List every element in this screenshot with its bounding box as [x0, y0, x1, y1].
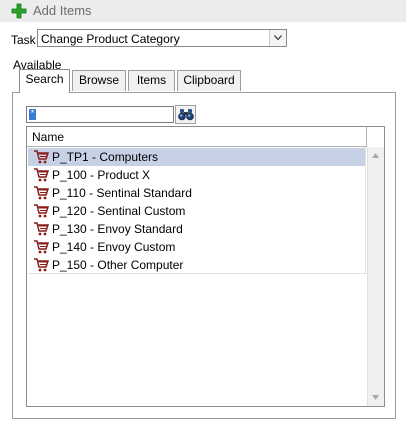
results-list[interactable]: Name P_TP1 - Computers P_100 - Product X… [26, 126, 385, 407]
list-item[interactable]: P_110 - Sentinal Standard [28, 184, 365, 202]
shopping-cart-icon [34, 186, 49, 200]
task-select[interactable]: Change Product Category [37, 29, 287, 47]
tab-browse[interactable]: Browse [72, 70, 126, 91]
search-input[interactable]: * [26, 106, 174, 123]
tab-search[interactable]: Search [19, 69, 70, 93]
search-button[interactable] [175, 105, 196, 124]
task-label: Task [11, 33, 36, 47]
shopping-cart-icon [34, 150, 49, 164]
shopping-cart-icon [34, 168, 49, 182]
column-line [365, 147, 366, 274]
plus-icon[interactable] [11, 3, 27, 19]
list-item[interactable]: P_130 - Envoy Standard [28, 220, 365, 238]
column-header-label: Name [32, 130, 65, 144]
list-item[interactable]: P_150 - Other Computer [28, 256, 365, 274]
vertical-scrollbar[interactable] [367, 147, 384, 406]
binoculars-icon [178, 109, 194, 121]
list-item[interactable]: P_140 - Envoy Custom [28, 238, 365, 256]
list-item-label: P_100 - Product X [52, 168, 151, 182]
list-item[interactable]: P_TP1 - Computers [28, 148, 365, 166]
tab-clipboard[interactable]: Clipboard [177, 70, 241, 91]
dialog-title: Add Items [33, 3, 92, 18]
column-divider[interactable] [366, 127, 367, 147]
scroll-up-icon[interactable] [372, 153, 379, 158]
scroll-down-icon[interactable] [372, 395, 379, 400]
column-header-name[interactable]: Name [27, 127, 366, 147]
shopping-cart-icon [34, 240, 49, 254]
list-item-label: P_130 - Envoy Standard [52, 222, 183, 236]
shopping-cart-icon [34, 258, 49, 272]
list-item[interactable]: P_120 - Sentinal Custom [28, 202, 365, 220]
list-item-label: P_150 - Other Computer [52, 258, 184, 272]
search-input-value: * [29, 108, 36, 120]
shopping-cart-icon [34, 222, 49, 236]
list-item-label: P_140 - Envoy Custom [52, 240, 176, 254]
dialog-header: Add Items [0, 0, 406, 22]
list-item-label: P_110 - Sentinal Standard [52, 186, 192, 200]
tab-items[interactable]: Items [128, 70, 175, 91]
list-item-label: P_TP1 - Computers [52, 150, 159, 164]
task-select-value: Change Product Category [41, 32, 180, 46]
list-item-label: P_120 - Sentinal Custom [52, 204, 186, 218]
list-item[interactable]: P_100 - Product X [28, 166, 365, 184]
dropdown-button[interactable] [269, 30, 286, 46]
shopping-cart-icon [34, 204, 49, 218]
chevron-down-icon [274, 35, 282, 41]
